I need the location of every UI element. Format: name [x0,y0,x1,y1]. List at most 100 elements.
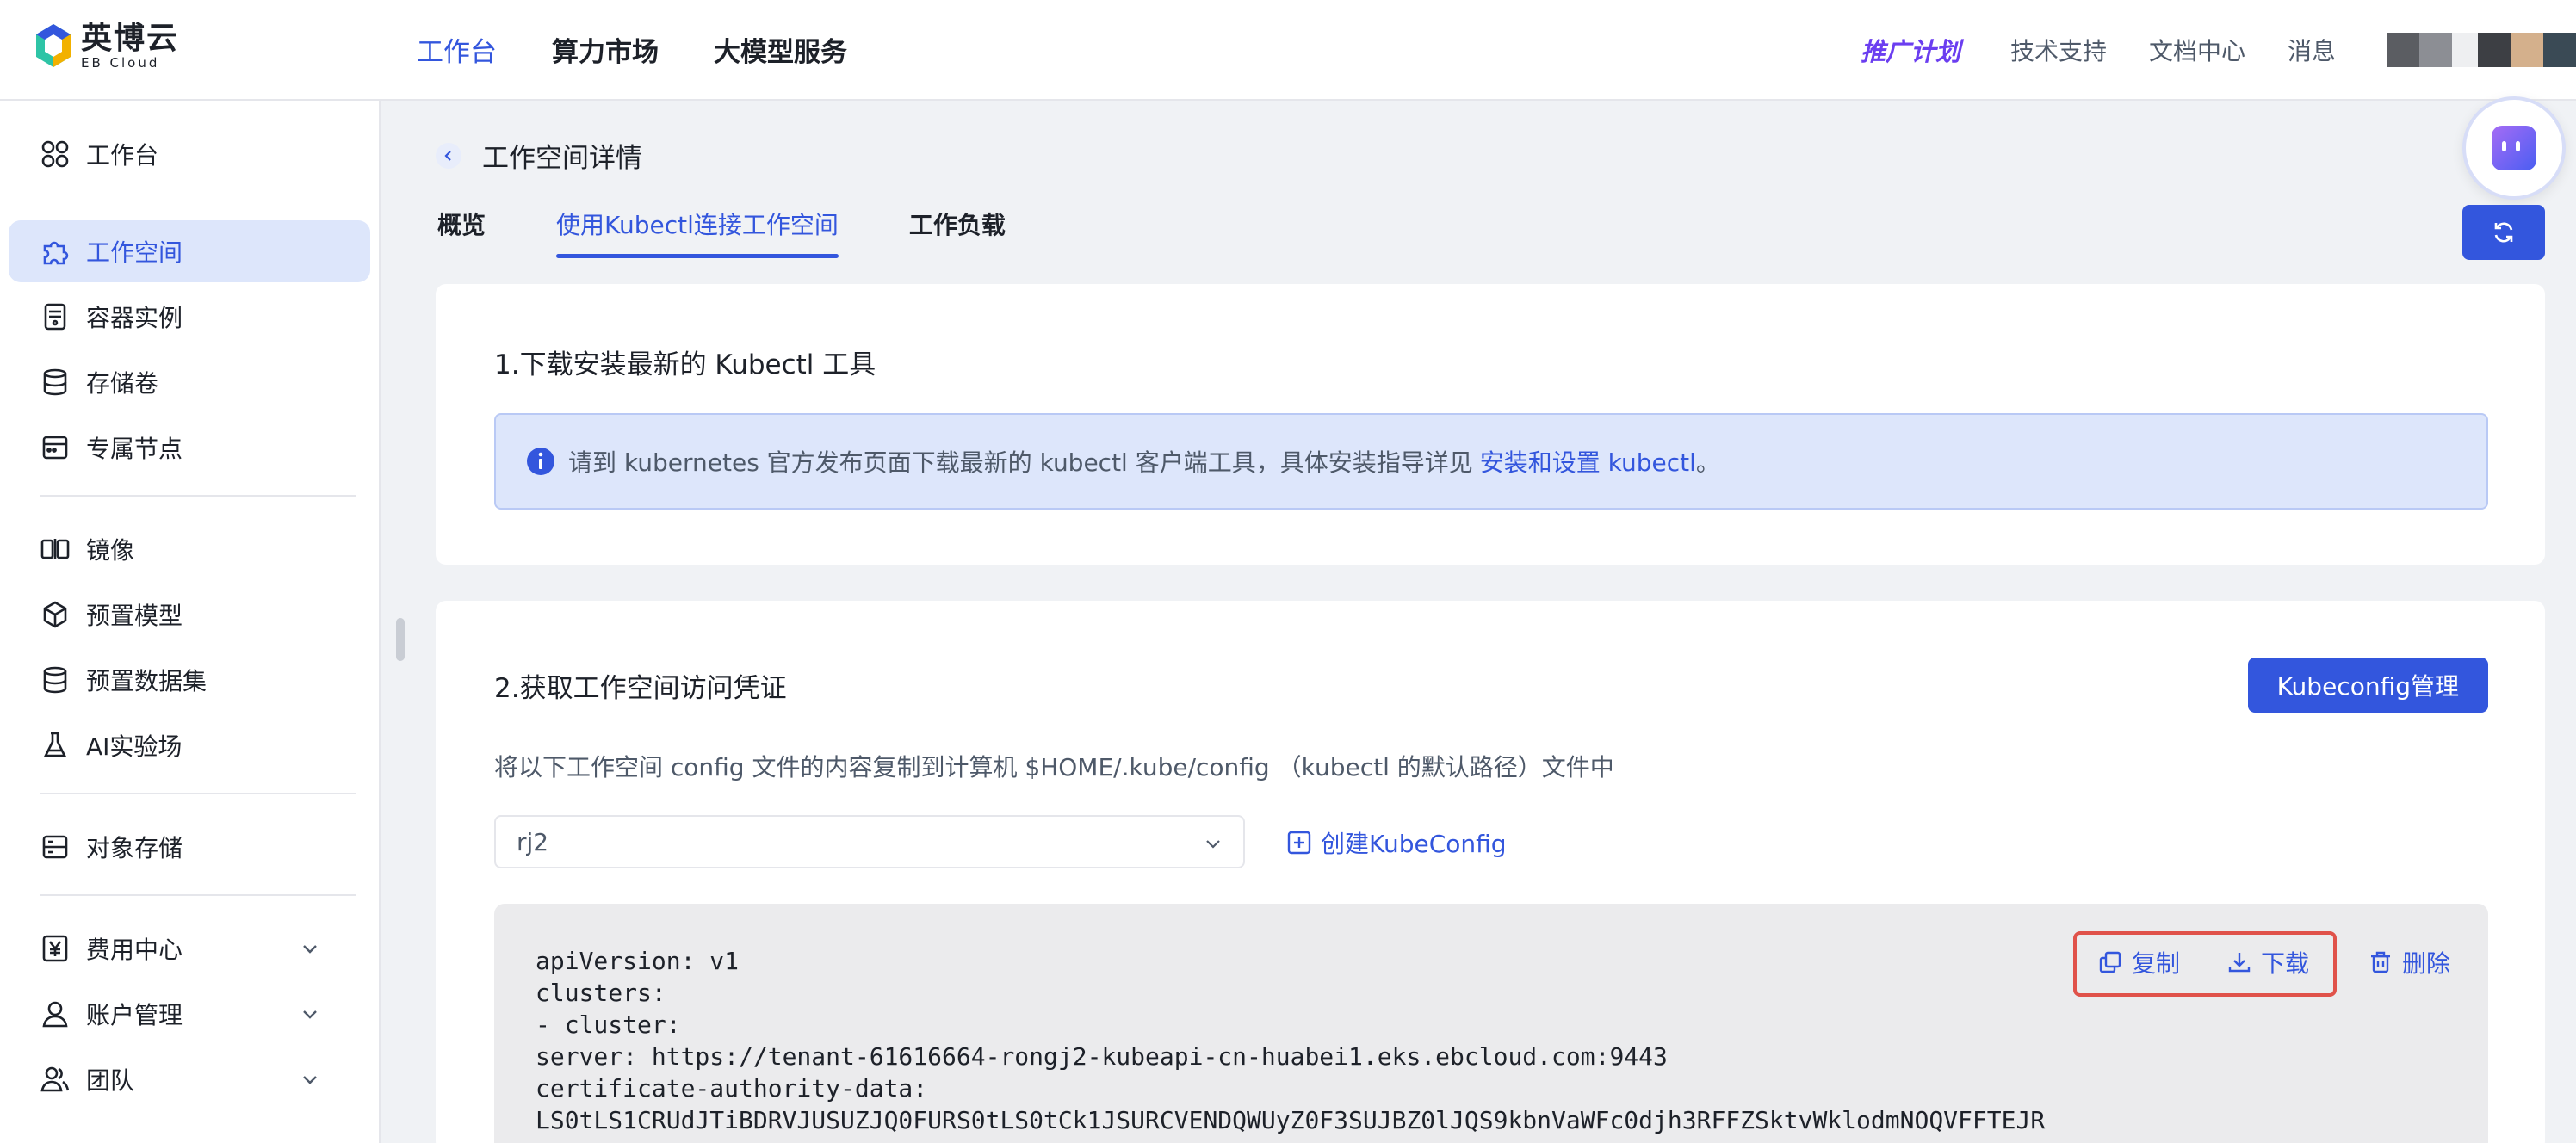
tab-kubectl-connect[interactable]: 使用Kubectl连接工作空间 [556,207,839,258]
download-icon [2226,949,2252,975]
download-kubectl-card: 1.下载安装最新的 Kubectl 工具 请到 kubernetes 官方发布页… [436,284,2545,565]
plus-square-icon [1286,830,1312,856]
install-kubectl-link[interactable]: 安装和设置 kubectl [1480,444,1696,479]
sidebar-item-label: 容器实例 [86,304,183,332]
object-storage-icon [40,831,71,862]
sidebar-divider [40,894,356,896]
sidebar-item-label: 工作台 [86,141,159,170]
refresh-icon [2491,219,2517,245]
node-icon [40,432,71,463]
refresh-button[interactable] [2462,205,2545,260]
chevron-down-icon [1202,832,1224,855]
create-kubeconfig-link[interactable]: 创建KubeConfig [1286,825,1507,860]
docs-link[interactable]: 文档中心 [2149,33,2245,67]
topnav-llm-service[interactable]: 大模型服务 [714,30,847,69]
download-label: 下载 [2261,949,2310,978]
back-arrow-icon[interactable] [436,142,461,169]
sidebar-item-preset-model[interactable]: 预置模型 [9,584,370,646]
chevron-down-icon[interactable] [300,1004,320,1024]
sidebar: 工作台 工作空间 容器实例 存储卷 专属节点 镜像 预置模型 预置数据集 AI实… [0,101,381,1143]
sidebar-item-label: 对象存储 [86,834,183,862]
messages-link[interactable]: 消息 [2288,33,2336,67]
sidebar-item-team[interactable]: 团队 [9,1048,370,1110]
section2-title: 2.获取工作空间访问凭证 [494,673,787,704]
sidebar-item-label: 团队 [86,1066,135,1095]
sidebar-resize-handle[interactable] [396,618,405,661]
sidebar-item-account[interactable]: 账户管理 [9,983,370,1045]
image-icon [40,534,71,565]
sidebar-item-workspace[interactable]: 工作空间 [9,220,370,282]
topnav-compute-market[interactable]: 算力市场 [552,30,659,69]
info-icon [525,446,556,477]
brand-name-en: EB Cloud [81,55,160,71]
user-icon [40,998,71,1029]
sidebar-item-workbench[interactable]: 工作台 [9,123,370,185]
tab-overview[interactable]: 概览 [437,207,486,258]
avatar[interactable] [2387,32,2576,67]
dashboard-icon [40,139,71,170]
chevron-down-icon[interactable] [300,1069,320,1090]
tab-bar: 概览 使用Kubectl连接工作空间 工作负载 [437,207,1076,260]
assistant-button[interactable] [2462,96,2566,200]
kubeconfig-content: apiVersion: v1 clusters: - cluster: serv… [536,947,2046,1134]
sidebar-item-ai-lab[interactable]: AI实验场 [9,714,370,776]
yen-icon [40,933,71,964]
sidebar-divider [40,793,356,794]
container-icon [40,301,71,332]
brand-name: 英博云 [81,21,180,56]
copy-icon [2097,949,2123,975]
credentials-card: 2.获取工作空间访问凭证 Kubeconfig管理 将以下工作空间 config… [436,601,2545,1143]
copy-label: 复制 [2132,949,2181,978]
sidebar-item-storage[interactable]: 存储卷 [9,351,370,413]
sidebar-item-label: 镜像 [86,536,135,565]
sidebar-item-label: 费用中心 [86,936,183,964]
sidebar-item-label: 专属节点 [86,435,183,463]
kubeconfig-select[interactable]: rj2 [494,815,1245,868]
storage-icon [40,367,71,398]
sidebar-item-image[interactable]: 镜像 [9,518,370,580]
trash-icon [2368,949,2393,975]
download-button[interactable]: 下载 [2226,945,2309,979]
top-bar: 英博云 EB Cloud 工作台 算力市场 大模型服务 推广计划 技术支持 文档… [0,0,2576,101]
kubeconfig-manage-button[interactable]: Kubeconfig管理 [2247,658,2488,713]
breadcrumb: 工作空间详情 [436,136,642,175]
delete-button[interactable]: 删除 [2368,945,2450,979]
topnav-workbench[interactable]: 工作台 [417,30,497,69]
cube-icon [40,599,71,630]
info-text-end: 。 [1695,448,1720,477]
sidebar-item-label: 账户管理 [86,1001,183,1029]
robot-icon [2486,120,2542,176]
top-nav: 工作台 算力市场 大模型服务 [417,0,847,99]
create-kubeconfig-label: 创建KubeConfig [1321,830,1507,858]
sidebar-item-dedicated-node[interactable]: 专属节点 [9,417,370,479]
sidebar-item-label: 存储卷 [86,369,159,398]
tab-workloads[interactable]: 工作负载 [909,207,1006,258]
top-right-menu: 推广计划 技术支持 文档中心 消息 [1861,0,2576,99]
sidebar-item-label: 预置模型 [86,602,183,630]
logo-hexagon-icon [34,22,72,71]
tech-support-link[interactable]: 技术支持 [2010,33,2107,67]
section1-title: 1.下载安装最新的 Kubectl 工具 [494,349,876,380]
select-value: rj2 [517,827,549,856]
info-alert: 请到 kubernetes 官方发布页面下载最新的 kubectl 客户端工具，… [494,413,2488,510]
promo-link[interactable]: 推广计划 [1861,32,1960,68]
info-text: 请到 kubernetes 官方发布页面下载最新的 kubectl 客户端工具，… [568,448,1473,477]
section2-description: 将以下工作空间 config 文件的内容复制到计算机 $HOME/.kube/c… [494,753,1614,782]
workspace-icon [40,236,71,267]
sidebar-item-container[interactable]: 容器实例 [9,286,370,348]
kubeconfig-code-block[interactable]: apiVersion: v1 clusters: - cluster: serv… [494,904,2488,1143]
delete-label: 删除 [2402,949,2451,978]
chevron-down-icon[interactable] [300,938,320,959]
copy-button[interactable]: 复制 [2097,945,2180,979]
brand-logo[interactable]: 英博云 EB Cloud [34,22,179,71]
sidebar-item-label: AI实验场 [86,732,183,761]
flask-icon [40,730,71,761]
sidebar-item-preset-dataset[interactable]: 预置数据集 [9,649,370,711]
sidebar-item-label: 预置数据集 [86,667,207,695]
sidebar-divider [40,495,356,497]
sidebar-item-billing[interactable]: 费用中心 [9,917,370,979]
database-icon [40,664,71,695]
sidebar-item-object-storage[interactable]: 对象存储 [9,816,370,878]
page-title: 工作空间详情 [482,143,642,174]
sidebar-item-label: 工作空间 [86,238,183,267]
